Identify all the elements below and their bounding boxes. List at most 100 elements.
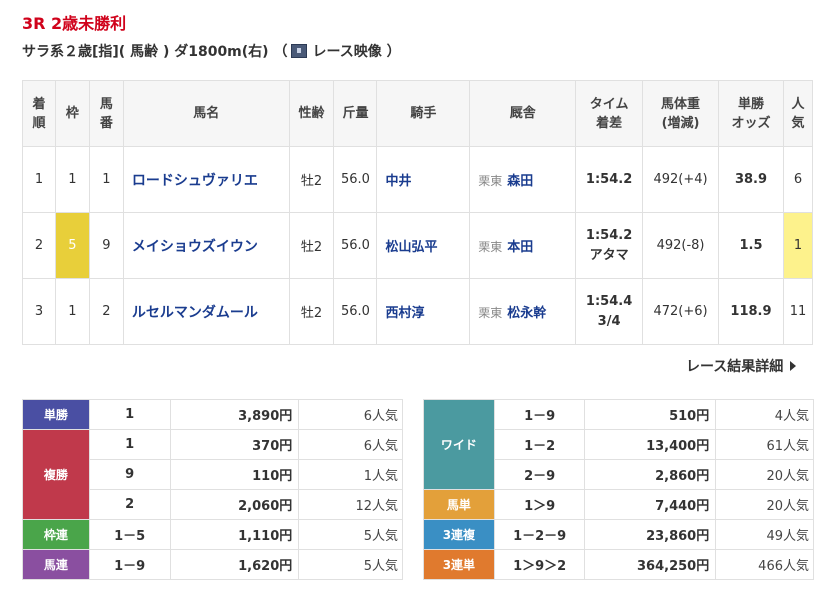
- trainer-link[interactable]: 松永幹: [507, 306, 546, 321]
- header-trainer: 厩舎: [469, 80, 577, 147]
- payout-combo: 2－9: [493, 459, 586, 490]
- header-odds: 単勝 オッズ: [718, 80, 784, 147]
- payout-row: 3連複 1－2－9 23,860円 49人気: [423, 519, 814, 550]
- pop-cell: 6: [782, 146, 814, 213]
- waku-cell: 5: [54, 212, 90, 279]
- jockey-link[interactable]: 中井: [376, 146, 471, 213]
- weight-cell: 56.0: [333, 278, 378, 345]
- payout-combo: 1－9: [88, 549, 171, 580]
- payout-combo: 1: [88, 399, 171, 430]
- trainer-region: 栗東: [478, 174, 503, 188]
- odds-cell: 1.5: [718, 212, 784, 279]
- payout-combo: 9: [88, 459, 171, 490]
- payout-pop: 1人気: [298, 459, 403, 490]
- results-table: 着順 枠 馬番 馬名 性齢 斤量 騎手 厩舎 タイム 着差 馬体重 (増減) 単勝オ…: [22, 80, 814, 345]
- payout-combo: 1－2－9: [493, 519, 586, 550]
- rank-cell: 2: [22, 212, 56, 279]
- payout-amount: 13,400円: [584, 429, 717, 460]
- payout-combo: 1＞9＞2: [493, 549, 586, 580]
- payout-combo: 1－9: [493, 399, 586, 430]
- trainer-link[interactable]: 本田: [507, 240, 533, 255]
- table-row: 2 5 9 メイショウズイウン 牡2 56.0 松山弘平 栗東 本田 1:54.2…: [22, 212, 814, 279]
- header-weight: 斤量: [333, 80, 378, 147]
- payout-amount: 370円: [169, 429, 300, 460]
- bet-type-fukusho: 複勝: [22, 429, 90, 520]
- body-weight-cell: 492(-8): [642, 212, 720, 279]
- payout-combo: 1－5: [88, 519, 171, 550]
- bet-type-umatan: 馬単: [423, 489, 495, 520]
- sex-age-cell: 牡2: [288, 278, 335, 345]
- race-detail-link[interactable]: レース結果詳細: [686, 356, 797, 376]
- payout-amount: 510円: [584, 399, 717, 430]
- payout-row: 3連単 1＞9＞2 364,250円 466人気: [423, 549, 814, 580]
- bet-type-sanrentan: 3連単: [423, 549, 495, 580]
- payout-pop: 6人気: [298, 399, 403, 430]
- payout-pop: 61人気: [715, 429, 814, 460]
- race-title: 3R 2歳未勝利: [22, 14, 127, 33]
- table-row: 1 1 1 ロードシュヴァリエ 牡2 56.0 中井 栗東 森田 1:54.2 4…: [22, 146, 814, 213]
- odds-cell: 38.9: [718, 146, 784, 213]
- payout-amount: 3,890円: [169, 399, 300, 430]
- payout-table-right: ワイド 1－9 510円 4人気 1－2 13,400円 61人気 2－9 2,…: [423, 399, 814, 580]
- payout-pop: 466人気: [715, 549, 814, 580]
- trainer-region: 栗東: [478, 240, 503, 254]
- payout-pop: 5人気: [298, 549, 403, 580]
- payout-amount: 7,440円: [584, 489, 717, 520]
- header-umaban: 馬番: [88, 80, 124, 147]
- payout-amount: 23,860円: [584, 519, 717, 550]
- payout-pop: 4人気: [715, 399, 814, 430]
- pop-cell: 11: [782, 278, 814, 345]
- weight-cell: 56.0: [333, 146, 378, 213]
- body-weight-cell: 472(+6): [642, 278, 720, 345]
- umaban-cell: 1: [88, 146, 124, 213]
- bet-type-tansho: 単勝: [22, 399, 90, 430]
- jockey-link[interactable]: 西村淳: [376, 278, 471, 345]
- arrow-right-icon: [790, 361, 797, 371]
- payout-combo: 1－2: [493, 429, 586, 460]
- header-pop: 人気: [782, 80, 814, 147]
- trainer-cell: 栗東 本田: [469, 212, 577, 279]
- race-video-link[interactable]: レース映像 ）: [312, 41, 400, 61]
- table-row: 3 1 2 ルセルマンダムール 牡2 56.0 西村淳 栗東 松永幹 1:54.4…: [22, 278, 814, 345]
- payout-amount: 110円: [169, 459, 300, 490]
- umaban-cell: 2: [88, 278, 124, 345]
- header-time: タイム 着差: [575, 80, 644, 147]
- horse-link[interactable]: メイショウズイウン: [122, 212, 290, 279]
- results-header-row: 着順 枠 馬番 馬名 性齢 斤量 騎手 厩舎 タイム 着差 馬体重 (増減) 単勝オ…: [22, 80, 814, 147]
- horse-link[interactable]: ルセルマンダムール: [122, 278, 290, 345]
- payout-row: 馬単 1＞9 7,440円 20人気: [423, 489, 814, 520]
- bet-type-sanrenpuku: 3連複: [423, 519, 495, 550]
- payout-pop: 6人気: [298, 429, 403, 460]
- bet-type-umaren: 馬連: [22, 549, 90, 580]
- payout-pop: 12人気: [298, 489, 403, 520]
- header-sex-age: 性齢: [288, 80, 335, 147]
- payout-pop: 49人気: [715, 519, 814, 550]
- payout-pop: 20人気: [715, 459, 814, 490]
- trainer-link[interactable]: 森田: [507, 174, 533, 189]
- time-cell: 1:54.4 3/4: [575, 278, 644, 345]
- body-weight-cell: 492(+4): [642, 146, 720, 213]
- jockey-link[interactable]: 松山弘平: [376, 212, 471, 279]
- header-rank: 着順: [22, 80, 56, 147]
- header-body-weight: 馬体重 (増減): [642, 80, 720, 147]
- payout-row: 複勝 1 370円 6人気: [22, 429, 403, 520]
- rank-cell: 1: [22, 146, 56, 213]
- sex-age-cell: 牡2: [288, 146, 335, 213]
- payout-combo: 1: [88, 429, 171, 460]
- payout-amount: 1,620円: [169, 549, 300, 580]
- payout-amount: 2,860円: [584, 459, 717, 490]
- weight-cell: 56.0: [333, 212, 378, 279]
- time-cell: 1:54.2: [575, 146, 644, 213]
- payout-pop: 5人気: [298, 519, 403, 550]
- horse-link[interactable]: ロードシュヴァリエ: [122, 146, 290, 213]
- header-horse: 馬名: [122, 80, 290, 147]
- waku-cell: 1: [54, 278, 90, 345]
- payout-row: 馬連 1－9 1,620円 5人気: [22, 549, 403, 580]
- odds-cell: 118.9: [718, 278, 784, 345]
- race-conditions-text: サラ系２歳[指]( 馬齢 ) ダ1800m(右) （: [22, 44, 288, 60]
- payout-pop: 20人気: [715, 489, 814, 520]
- video-icon[interactable]: [291, 44, 308, 58]
- umaban-cell: 9: [88, 212, 124, 279]
- payout-row: 単勝 1 3,890円 6人気: [22, 399, 403, 430]
- trainer-cell: 栗東 松永幹: [469, 278, 577, 345]
